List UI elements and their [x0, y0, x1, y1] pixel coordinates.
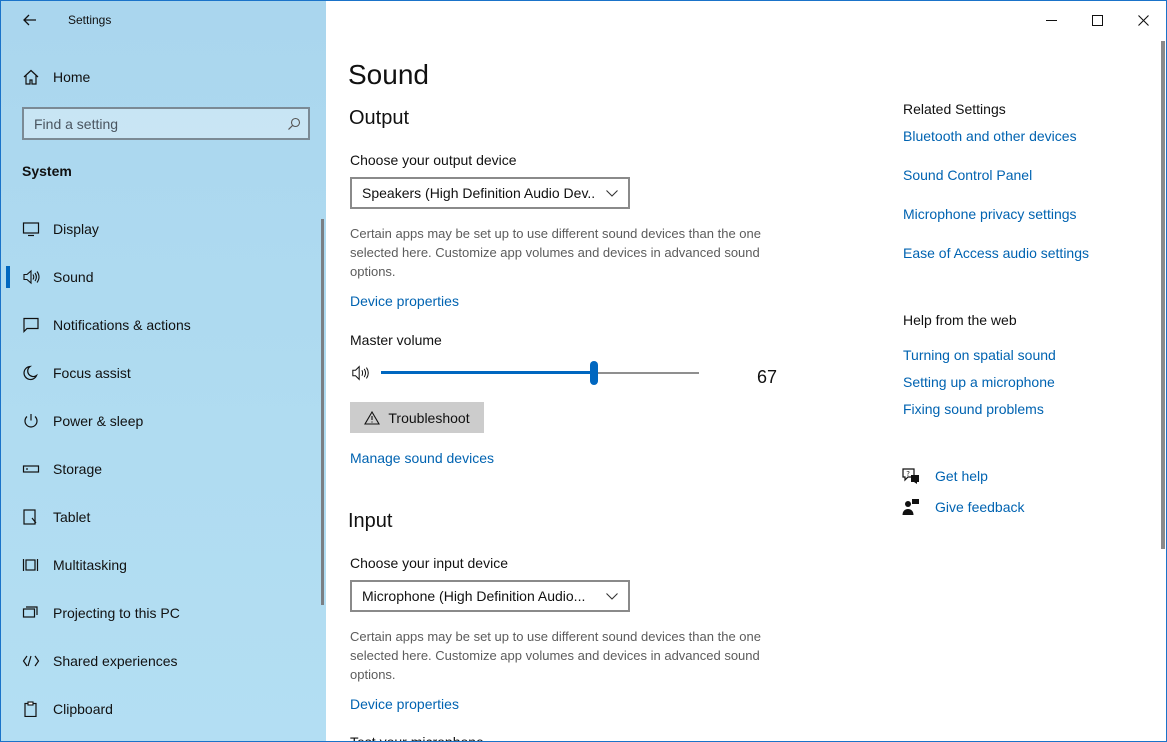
clipboard-icon [1, 701, 53, 717]
manage-sound-devices-link[interactable]: Manage sound devices [350, 450, 494, 466]
output-device-properties-link[interactable]: Device properties [350, 293, 459, 309]
sidebar-nav: Display Sound Notifications & actions Fo… [1, 205, 326, 733]
input-device-value: Microphone (High Definition Audio... [362, 588, 586, 604]
warning-icon [364, 410, 381, 425]
microphone-privacy-link[interactable]: Microphone privacy settings [903, 206, 1077, 222]
power-icon [1, 413, 53, 429]
sidebar-item-label: Tablet [53, 509, 91, 525]
sidebar-item-label: Power & sleep [53, 413, 144, 429]
bluetooth-devices-link[interactable]: Bluetooth and other devices [903, 128, 1077, 144]
output-heading: Output [349, 107, 410, 129]
input-device-dropdown[interactable]: Microphone (High Definition Audio... [350, 580, 630, 612]
svg-text:?: ? [906, 470, 910, 478]
input-device-properties-link[interactable]: Device properties [350, 696, 459, 712]
master-volume-slider[interactable] [351, 361, 791, 389]
close-icon [1137, 14, 1149, 26]
master-volume-label: Master volume [350, 332, 442, 348]
sidebar-item-focus-assist[interactable]: Focus assist [1, 349, 326, 397]
test-microphone-label: Test your microphone [350, 734, 484, 742]
troubleshoot-button[interactable]: Troubleshoot [350, 402, 484, 433]
sidebar: Settings Home Find a setting System Disp… [1, 1, 326, 741]
sidebar-item-display[interactable]: Display [1, 205, 326, 253]
sidebar-section-title: System [22, 163, 72, 179]
sidebar-item-label: Display [53, 221, 99, 237]
sidebar-item-power-sleep[interactable]: Power & sleep [1, 397, 326, 445]
content-scrollbar[interactable] [1161, 41, 1165, 549]
sidebar-item-shared-experiences[interactable]: Shared experiences [1, 637, 326, 685]
spatial-sound-link[interactable]: Turning on spatial sound [903, 347, 1056, 363]
sidebar-item-home[interactable]: Home [1, 61, 326, 93]
sidebar-item-label: Sound [53, 269, 94, 285]
output-device-dropdown[interactable]: Speakers (High Definition Audio Dev... [350, 177, 630, 209]
sidebar-item-sound[interactable]: Sound [1, 253, 326, 301]
sidebar-item-label: Clipboard [53, 701, 113, 717]
output-device-value: Speakers (High Definition Audio Dev... [362, 185, 596, 201]
home-icon [1, 69, 53, 85]
get-help-link[interactable]: Get help [935, 468, 988, 484]
page-title: Sound [348, 59, 429, 90]
fixing-sound-link[interactable]: Fixing sound problems [903, 401, 1044, 417]
speaker-icon[interactable] [351, 363, 371, 383]
maximize-icon [1091, 14, 1103, 26]
search-icon[interactable] [280, 117, 308, 131]
input-heading: Input [348, 510, 393, 532]
input-description: Certain apps may be set up to use differ… [350, 629, 761, 682]
sidebar-item-tablet[interactable]: Tablet [1, 493, 326, 541]
search-input[interactable]: Find a setting [22, 107, 310, 140]
slider-fill [381, 371, 595, 374]
volume-value: 67 [757, 367, 778, 387]
sidebar-scrollbar[interactable] [321, 219, 324, 605]
minimize-icon [1045, 19, 1057, 21]
back-arrow-icon [23, 14, 36, 26]
sidebar-item-label: Storage [53, 461, 103, 477]
get-help-icon: ? [901, 466, 921, 486]
search-placeholder: Find a setting [34, 115, 119, 132]
sidebar-item-notifications[interactable]: Notifications & actions [1, 301, 326, 349]
sidebar-item-label: Shared experiences [53, 653, 178, 669]
sidebar-item-multitasking[interactable]: Multitasking [1, 541, 326, 589]
give-feedback-icon [901, 497, 921, 517]
ease-of-access-audio-link[interactable]: Ease of Access audio settings [903, 245, 1089, 261]
close-button[interactable] [1120, 1, 1166, 39]
slider-thumb[interactable] [590, 361, 599, 385]
sidebar-item-label: Focus assist [53, 365, 131, 381]
back-button[interactable] [15, 7, 45, 33]
projecting-icon [1, 605, 53, 621]
window-controls [1028, 1, 1166, 39]
output-device-label: Choose your output device [350, 152, 517, 168]
moon-icon [1, 365, 53, 381]
sidebar-item-storage[interactable]: Storage [1, 445, 326, 493]
tablet-icon [1, 509, 53, 525]
titlebar-left: Settings [1, 1, 326, 39]
app-title: Settings [68, 13, 112, 27]
multitasking-icon [1, 557, 53, 573]
minimize-button[interactable] [1028, 1, 1074, 39]
sound-control-panel-link[interactable]: Sound Control Panel [903, 167, 1032, 183]
output-description: Certain apps may be set up to use differ… [350, 226, 761, 279]
sidebar-item-clipboard[interactable]: Clipboard [1, 685, 326, 733]
shared-icon [1, 653, 53, 669]
help-web-heading: Help from the web [903, 312, 1017, 328]
chevron-down-icon [596, 592, 628, 600]
home-label: Home [53, 69, 91, 85]
sidebar-item-label: Projecting to this PC [53, 605, 180, 621]
microphone-setup-link[interactable]: Setting up a microphone [903, 374, 1055, 390]
chevron-down-icon [596, 189, 628, 197]
sidebar-item-label: Notifications & actions [53, 317, 191, 333]
troubleshoot-label: Troubleshoot [388, 409, 470, 426]
notification-icon [1, 317, 53, 333]
sidebar-item-projecting[interactable]: Projecting to this PC [1, 589, 326, 637]
display-icon [1, 221, 53, 237]
maximize-button[interactable] [1074, 1, 1120, 39]
related-settings-heading: Related Settings [903, 101, 1006, 117]
input-device-label: Choose your input device [350, 555, 508, 571]
sidebar-item-label: Multitasking [53, 557, 127, 573]
give-feedback-link[interactable]: Give feedback [935, 499, 1025, 515]
storage-icon [1, 461, 53, 477]
speaker-icon [1, 269, 53, 285]
settings-window: Settings Home Find a setting System Disp… [0, 0, 1167, 742]
